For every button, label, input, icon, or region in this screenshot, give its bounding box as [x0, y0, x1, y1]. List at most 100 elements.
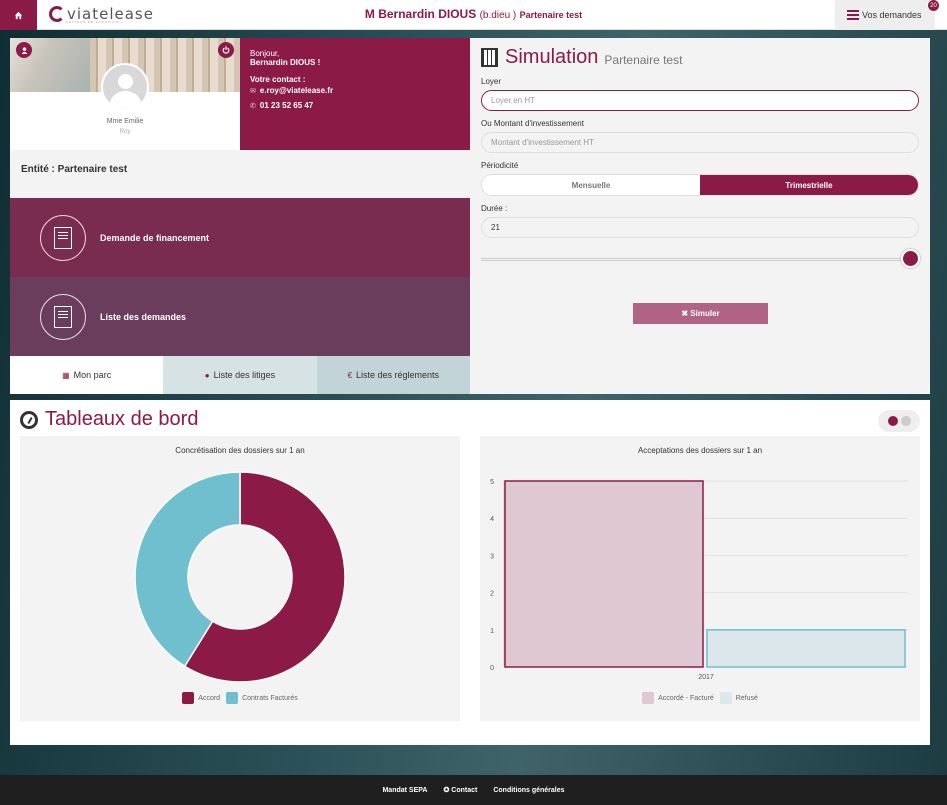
donut-chart-panel: Concrétisation des dossiers sur 1 an Acc… [20, 436, 460, 721]
footer-contact-label: Contact [451, 787, 478, 794]
montant-input[interactable]: Montant d'investissement HT [481, 132, 919, 153]
carousel-dots [878, 410, 920, 432]
bar-chart-panel: Acceptations des dossiers sur 1 an 01234… [480, 436, 920, 721]
slider-handle[interactable] [901, 249, 920, 268]
duree-input[interactable]: 21 [481, 217, 919, 238]
simulation-title: Simulation [505, 46, 599, 68]
donut-legend: Accord Contrats Facturés [20, 692, 460, 704]
legend-accorde-label: Accordé - Facturé [658, 694, 714, 702]
phone-icon: ✆ [250, 102, 256, 110]
legend-refuse-label: Refusé [735, 694, 758, 702]
y-tick-label: 5 [490, 479, 494, 486]
request-list-button[interactable]: Liste des demandes [10, 277, 470, 356]
contact-panel: Bonjour, Bernardin DIOUS ! Votre contact… [240, 38, 470, 150]
dashboard-header: Tableaux de bord [20, 408, 198, 431]
legend-swatch [226, 692, 239, 704]
tab-reglements-label: Liste des réglements [356, 370, 440, 380]
table-icon: ▦ [62, 370, 70, 380]
simulate-button[interactable]: ✖ Simuler [633, 303, 768, 324]
legend-swatch [182, 692, 195, 704]
user-partner: Partenaire test [519, 10, 583, 20]
logout-button[interactable] [218, 42, 234, 58]
avatar [101, 63, 149, 111]
bar-1[interactable] [706, 629, 906, 668]
carousel-dot-2[interactable] [900, 416, 911, 426]
legend-factures[interactable]: Contrats Facturés [226, 692, 298, 704]
documents-icon [40, 293, 86, 340]
simulation-subtitle: Partenaire test [604, 52, 683, 67]
duree-slider[interactable] [481, 248, 920, 270]
user-icon [21, 46, 27, 54]
euro-icon: € [347, 370, 353, 380]
dashboard-title: Tableaux de bord [45, 408, 199, 430]
contact-email-row[interactable]: ✉ e.roy@viatelease.fr [250, 86, 460, 95]
donut-chart [134, 471, 346, 683]
bar-legend: Accordé - Facturé Refusé [480, 692, 920, 704]
legend-refuse[interactable]: Refusé [719, 692, 758, 704]
info-icon: ● [204, 370, 210, 380]
carousel-dot-1[interactable] [887, 416, 898, 426]
footer-link-sepa[interactable]: Mandat SEPA [382, 787, 427, 794]
tab-litiges-label: Liste des litiges [213, 370, 276, 380]
simulation-header: Simulation Partenaire test [481, 46, 919, 69]
x-tick-label: 2017 [698, 674, 714, 681]
dashboard: Tableaux de bord Concrétisation des doss… [10, 400, 930, 745]
hamburger-icon [847, 10, 859, 20]
tab-reglements[interactable]: € Liste des réglements [316, 356, 470, 394]
financing-request-label: Demande de financement [100, 232, 210, 243]
contact-phone: 01 23 52 65 47 [259, 101, 314, 110]
legend-factures-label: Contrats Facturés [242, 694, 298, 702]
contact-email: e.roy@viatelease.fr [259, 86, 334, 95]
contact-label: Votre contact : [250, 75, 306, 84]
request-list-label: Liste des demandes [100, 311, 187, 322]
profile-card: Mme Emilie Roy [10, 38, 240, 150]
user-profile-button[interactable] [16, 42, 32, 58]
y-tick-label: 3 [490, 553, 494, 560]
periodicite-label: Périodicité [481, 161, 519, 170]
requests-menu-button[interactable]: Vos demandes 20 [835, 0, 940, 30]
bottom-tabs: ▦ Mon parc ● Liste des litiges € Liste d… [10, 356, 470, 394]
y-tick-label: 1 [490, 628, 494, 635]
y-tick-label: 4 [490, 516, 494, 523]
contact-phone-row[interactable]: ✆ 01 23 52 65 47 [250, 101, 460, 110]
tab-mon-parc-label: Mon parc [73, 370, 112, 380]
financing-request-button[interactable]: Demande de financement [10, 198, 470, 277]
footer: Mandat SEPA ✪ Contact Conditions général… [0, 775, 947, 805]
calculator-icon [481, 48, 498, 67]
periodicite-trimestrielle[interactable]: Trimestrielle [700, 175, 918, 195]
slider-track [481, 258, 901, 261]
user-title: M Bernardin DIOUS (b.dieu ) Partenaire t… [0, 7, 947, 21]
legend-accord[interactable]: Accord [182, 692, 220, 704]
simulation-panel: Simulation Partenaire test Loyer Loyer e… [470, 38, 930, 394]
document-icon [40, 214, 86, 261]
duree-label: Durée : [481, 204, 508, 213]
periodicite-toggle: Mensuelle Trimestrielle [481, 174, 919, 196]
user-name: M Bernardin DIOUS [364, 7, 477, 21]
y-tick-label: 0 [490, 665, 494, 672]
loyer-input[interactable]: Loyer en HT [481, 90, 919, 111]
greeting-name: Bernardin DIOUS ! [250, 58, 321, 67]
bar-chart: 0 1 2 3 4 5 2017 [490, 479, 908, 681]
bar-0[interactable] [504, 480, 704, 668]
y-tick-label: 2 [490, 591, 494, 598]
legend-swatch [642, 692, 655, 704]
entity-label: Entité : Partenaire test [10, 150, 470, 198]
greeting: Bonjour, [250, 49, 280, 58]
tab-mon-parc[interactable]: ▦ Mon parc [10, 356, 164, 394]
footer-link-contact[interactable]: ✪ Contact [443, 786, 477, 794]
legend-accorde-facture[interactable]: Accordé - Facturé [642, 692, 714, 704]
requests-menu-label: Vos demandes [862, 10, 922, 20]
contact-surname: Roy [119, 129, 131, 135]
montant-label: Ou Montant d'investissement [481, 119, 584, 128]
dashboard-gauge-icon [20, 410, 38, 429]
tab-litiges[interactable]: ● Liste des litiges [163, 356, 317, 394]
footer-link-conditions[interactable]: Conditions générales [493, 787, 564, 794]
loyer-label: Loyer [481, 77, 502, 86]
envelope-icon: ✉ [250, 87, 256, 95]
legend-swatch [719, 692, 732, 704]
power-icon [222, 46, 230, 54]
periodicite-mensuelle[interactable]: Mensuelle [482, 175, 700, 195]
top-bar: viatelease ARTISAN DE LOCATION M Bernard… [0, 0, 947, 30]
contact-name: Mme Emilie [106, 118, 144, 125]
legend-accord-label: Accord [198, 694, 221, 702]
